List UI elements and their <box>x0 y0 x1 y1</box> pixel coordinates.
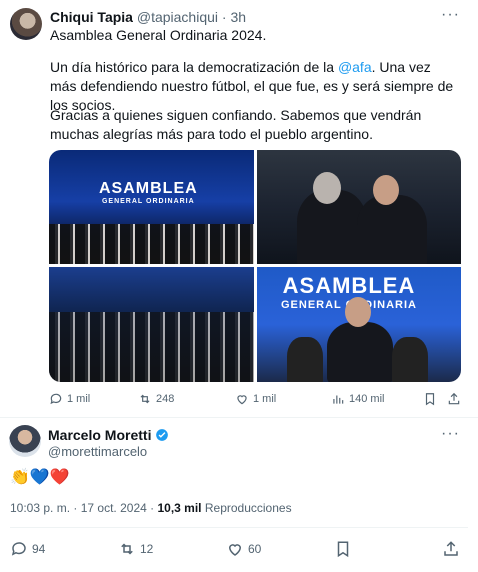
bookmark-button[interactable] <box>334 540 352 558</box>
views-count: 10,3 mil <box>157 501 202 515</box>
crowd-shape <box>49 312 254 382</box>
quoted-post[interactable]: Chiqui Tapia @tapiachiqui · 3h ··· Asamb… <box>0 0 478 418</box>
avatar[interactable] <box>9 425 41 457</box>
bookmark-button[interactable] <box>423 392 437 406</box>
crowd-shape <box>49 224 254 264</box>
author-handle[interactable]: @tapiachiqui <box>137 9 218 25</box>
post-date[interactable]: 17 oct. 2024 <box>81 501 147 515</box>
more-horizontal-icon[interactable]: ··· <box>441 425 460 443</box>
more-horizontal-icon[interactable]: ··· <box>441 6 460 24</box>
post-time[interactable]: 10:03 p. m. <box>10 501 70 515</box>
repost-icon <box>140 394 150 404</box>
person-head <box>313 172 341 204</box>
repost-button[interactable]: 12 <box>118 540 153 558</box>
post-actions: 94 12 60 <box>10 540 468 560</box>
repost-count: 12 <box>140 542 154 556</box>
post-text: 👏💙❤️ <box>10 469 70 486</box>
person-head <box>345 297 371 327</box>
person-shape <box>357 195 427 264</box>
repost-icon <box>121 543 133 555</box>
photo-embrace[interactable] <box>257 150 461 264</box>
person-shape <box>287 337 323 382</box>
photo-stage[interactable]: ASAMBLEA GENERAL ORDINARIA <box>49 150 254 264</box>
photo-speaker[interactable]: ASAMBLEA GENERAL ORDINARIA <box>257 267 461 382</box>
bookmark-icon <box>337 541 349 558</box>
post-meta: 10:03 p. m. · 17 oct. 2024 · 10,3 mil Re… <box>10 501 292 515</box>
share-button[interactable] <box>447 392 461 406</box>
views-count: 140 mil <box>349 393 385 405</box>
post-header: Chiqui Tapia @tapiachiqui · 3h <box>50 9 246 25</box>
banner-title: ASAMBLEA <box>282 273 416 298</box>
reply-button[interactable]: 1 mil <box>49 392 90 406</box>
repost-count: 248 <box>156 393 175 405</box>
post-time[interactable]: 3h <box>230 9 246 25</box>
stage-banner: ASAMBLEA GENERAL ORDINARIA <box>99 180 198 205</box>
avatar[interactable] <box>10 8 42 40</box>
verified-badge-icon[interactable] <box>155 428 169 442</box>
share-button[interactable] <box>442 540 460 558</box>
repost-button[interactable]: 248 <box>138 392 174 406</box>
separator: · <box>150 501 155 515</box>
separator: · <box>73 501 78 515</box>
person-shape <box>392 337 428 382</box>
reply-count: 1 mil <box>67 393 91 405</box>
post-paragraph: Gracias a quienes siguen confiando. Sabe… <box>50 107 422 142</box>
like-button[interactable]: 1 mil <box>235 392 276 406</box>
views-button[interactable]: 140 mil <box>331 392 384 406</box>
author-name[interactable]: Marcelo Moretti <box>48 427 151 443</box>
separator: · <box>221 9 227 25</box>
bookmark-icon <box>425 393 435 406</box>
reply-icon <box>11 542 26 556</box>
like-count: 1 mil <box>253 393 277 405</box>
reply-count: 94 <box>32 542 46 556</box>
banner-title: ASAMBLEA <box>99 180 198 197</box>
heart-icon <box>228 544 242 556</box>
author-handle[interactable]: @morettimarcelo <box>48 444 147 459</box>
post-actions: 1 mil 248 1 mil 140 mil <box>49 392 465 408</box>
post-text-line: Asamblea General Ordinaria 2024. <box>50 27 267 43</box>
like-count: 60 <box>248 542 262 556</box>
divider <box>10 527 468 528</box>
like-button[interactable]: 60 <box>226 540 261 558</box>
photo-grid: ASAMBLEA GENERAL ORDINARIA ASAMBLEA GENE… <box>49 150 461 382</box>
author-name-row: Marcelo Moretti <box>48 427 169 443</box>
share-icon <box>444 541 458 556</box>
reply-icon <box>50 393 62 405</box>
banner-subtitle: GENERAL ORDINARIA <box>101 198 195 205</box>
views-chart-icon <box>333 395 344 404</box>
photo-audience[interactable] <box>49 267 254 382</box>
person-shape <box>327 322 393 382</box>
person-head <box>373 175 399 205</box>
mention-link[interactable]: @afa <box>338 59 372 75</box>
share-icon <box>448 392 460 405</box>
paragraph-text: Un día histórico para la democratización… <box>50 59 338 75</box>
reply-button[interactable]: 94 <box>10 540 45 558</box>
author-name[interactable]: Chiqui Tapia <box>50 9 133 25</box>
heart-icon <box>237 395 247 405</box>
views-label: Reproducciones <box>204 501 292 515</box>
